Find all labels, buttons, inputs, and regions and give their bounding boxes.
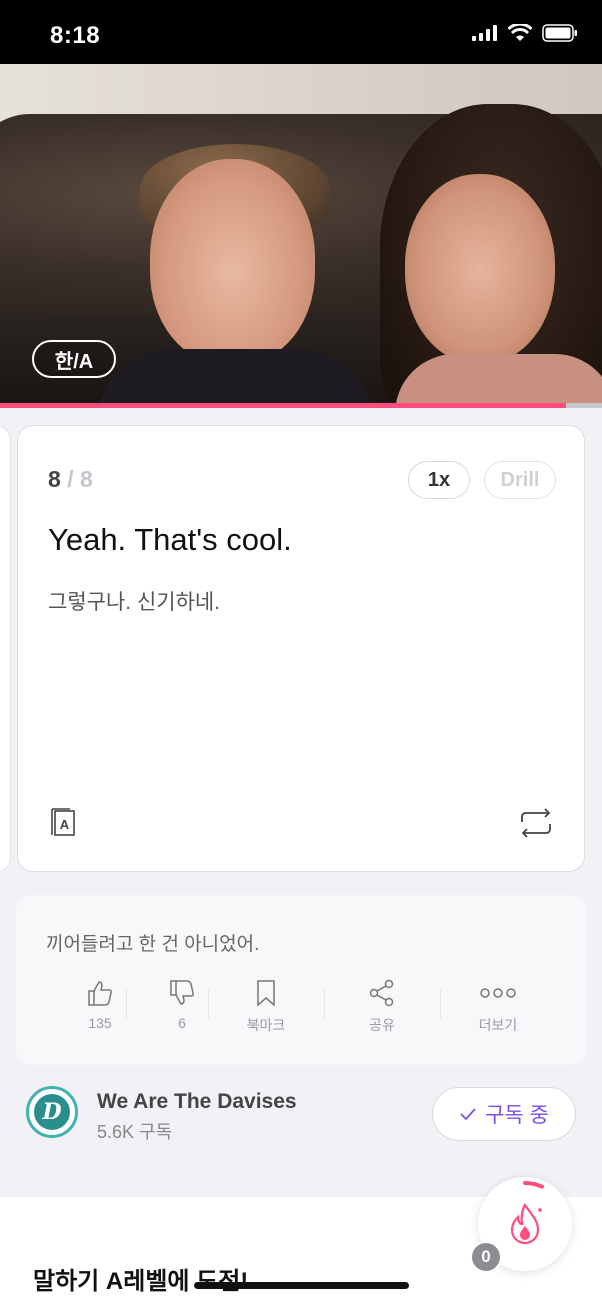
thumbs-down-icon xyxy=(170,980,194,1005)
video-child-shirt xyxy=(95,349,375,404)
video-progress-bar[interactable] xyxy=(0,403,602,408)
subtitle-language-toggle[interactable]: 한/A xyxy=(32,340,116,378)
channel-subscribers: 5.6K 구독 xyxy=(97,1122,173,1142)
counter-separator: / xyxy=(67,466,74,492)
video-person-body xyxy=(395,354,602,404)
video-person-face xyxy=(405,174,555,364)
dictionary-icon[interactable]: A xyxy=(46,806,78,843)
bookmark-icon xyxy=(257,980,275,1007)
status-icons xyxy=(472,22,578,47)
status-time: 8:18 xyxy=(50,22,101,49)
challenge-title: 말하기 A레벨에 도전! xyxy=(33,1268,249,1295)
status-bar: 8:18 xyxy=(0,0,602,64)
action-divider xyxy=(208,989,209,1019)
channel-row: D We Are The Davises 5.6K 구독 구독 중 xyxy=(0,1080,602,1170)
share-button[interactable]: 공유 xyxy=(332,979,432,1035)
channel-avatar[interactable]: D xyxy=(26,1086,78,1138)
previous-card-peek[interactable] xyxy=(0,426,10,872)
action-divider xyxy=(126,989,127,1019)
home-indicator[interactable] xyxy=(194,1282,409,1289)
streak-count-badge: 0 xyxy=(470,1241,502,1273)
check-icon xyxy=(460,1108,476,1121)
share-label: 공유 xyxy=(369,1017,395,1033)
channel-avatar-letter: D xyxy=(34,1094,70,1130)
subscribe-button[interactable]: 구독 중 xyxy=(432,1087,576,1141)
action-bar: 135 6 북마크 공유 더보기 xyxy=(16,979,586,1039)
wifi-icon xyxy=(507,22,533,47)
comment-panel: 끼어들려고 한 건 아니었어. 135 6 북마크 공유 더보기 xyxy=(16,895,586,1065)
video-progress-fill xyxy=(0,403,566,408)
more-icon xyxy=(480,988,516,998)
playback-speed-button[interactable]: 1x xyxy=(408,461,470,499)
subscribe-label: 구독 중 xyxy=(485,1104,549,1127)
bookmark-label: 북마크 xyxy=(246,1017,286,1033)
more-label: 더보기 xyxy=(478,1017,518,1033)
thumbs-up-icon xyxy=(88,981,112,1006)
repeat-icon[interactable] xyxy=(518,808,554,843)
signal-icon xyxy=(472,25,498,46)
sentence-korean: 그렇구나. 신기하네. xyxy=(48,591,221,614)
comment-text: 끼어들려고 한 건 아니었어. xyxy=(46,934,260,955)
battery-icon xyxy=(542,24,578,47)
like-count: 135 xyxy=(88,1015,112,1031)
channel-name[interactable]: We Are The Davises xyxy=(97,1090,297,1114)
sentence-counter: 8 / 8 xyxy=(48,466,93,493)
share-icon xyxy=(369,979,394,1007)
sentence-card: 8 / 8 1x Drill Yeah. That's cool. 그렇구나. … xyxy=(17,425,585,872)
counter-current: 8 xyxy=(48,466,61,492)
dislike-count: 6 xyxy=(178,1015,186,1031)
bookmark-button[interactable]: 북마크 xyxy=(216,979,316,1035)
sentence-english: Yeah. That's cool. xyxy=(48,522,292,557)
counter-total: 8 xyxy=(79,466,93,492)
more-button[interactable]: 더보기 xyxy=(448,979,548,1035)
video-child xyxy=(150,159,315,364)
action-divider xyxy=(324,989,325,1019)
drill-button[interactable]: Drill xyxy=(484,461,556,499)
action-divider xyxy=(440,989,441,1019)
dictionary-icon-letter: A xyxy=(60,817,70,832)
